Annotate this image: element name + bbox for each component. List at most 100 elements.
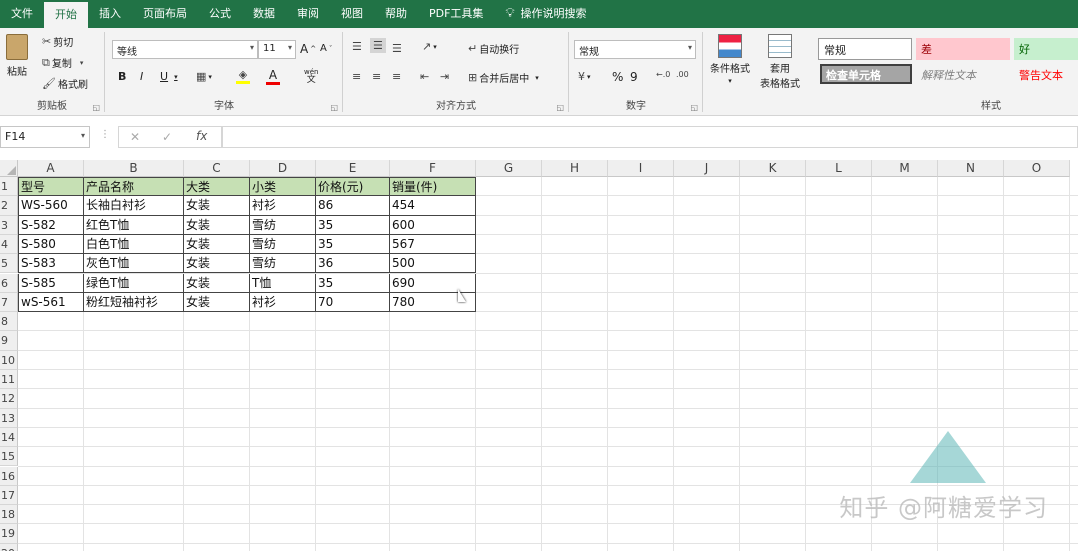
table-cell[interactable]: 雪纺 xyxy=(250,234,316,255)
row-header-11[interactable]: 11 xyxy=(0,370,18,390)
table-cell[interactable]: 36 xyxy=(316,254,390,274)
table-header-cell[interactable]: 产品名称 xyxy=(84,177,184,197)
select-all-corner[interactable] xyxy=(0,160,18,177)
column-header-L[interactable]: L xyxy=(806,160,872,177)
tab-page-layout[interactable]: 页面布局 xyxy=(132,0,198,28)
style-good[interactable]: 好 xyxy=(1014,38,1078,60)
name-box[interactable]: F14 ▾ xyxy=(0,126,90,148)
copy-button[interactable]: ⧉ 复制 ▾ xyxy=(42,55,83,71)
italic-button[interactable]: I xyxy=(140,70,143,83)
tab-formulas[interactable]: 公式 xyxy=(198,0,242,28)
column-header-A[interactable]: A xyxy=(18,160,84,177)
align-bottom-button[interactable]: ☰ xyxy=(392,42,402,55)
table-cell[interactable]: 女装 xyxy=(184,292,250,313)
table-cell[interactable]: S-585 xyxy=(18,273,84,293)
column-header-I[interactable]: I xyxy=(608,160,674,177)
table-cell[interactable]: S-583 xyxy=(18,254,84,274)
table-cell[interactable]: 女装 xyxy=(184,215,250,235)
table-cell[interactable]: 女装 xyxy=(184,273,250,293)
table-header-cell[interactable]: 价格(元) xyxy=(316,177,390,197)
decrease-decimal-button[interactable]: .00 xyxy=(676,70,689,79)
column-header-B[interactable]: B xyxy=(84,160,184,177)
enter-icon[interactable]: ✓ xyxy=(162,130,172,144)
column-header-K[interactable]: K xyxy=(740,160,806,177)
column-header-J[interactable]: J xyxy=(674,160,740,177)
orientation-button[interactable]: ↗ ▾ xyxy=(422,40,437,53)
row-header-20[interactable]: 20 xyxy=(0,543,18,551)
tab-help[interactable]: 帮助 xyxy=(374,0,418,28)
increase-decimal-button[interactable]: ←.0 xyxy=(656,70,670,79)
paste-button[interactable]: 粘贴 xyxy=(6,34,28,78)
font-name-dropdown[interactable]: 等线 ▾ xyxy=(112,40,258,59)
dialog-launcher-icon[interactable]: ◱ xyxy=(556,103,564,112)
row-header-12[interactable]: 12 xyxy=(0,389,18,409)
table-cell[interactable]: 绿色T恤 xyxy=(84,273,184,293)
column-header-C[interactable]: C xyxy=(184,160,250,177)
number-format-dropdown[interactable]: 常规 ▾ xyxy=(574,40,696,59)
row-header-19[interactable]: 19 xyxy=(0,524,18,544)
table-header-cell[interactable]: 销量(件) xyxy=(390,177,476,197)
align-top-button[interactable]: ☰ xyxy=(352,40,362,53)
table-cell[interactable]: WS-560 xyxy=(18,196,84,216)
table-cell[interactable]: 衬衫 xyxy=(250,292,316,313)
table-header-cell[interactable]: 小类 xyxy=(250,177,316,197)
table-header-cell[interactable]: 型号 xyxy=(18,177,84,197)
column-header-D[interactable]: D xyxy=(250,160,316,177)
row-header-5[interactable]: 5 xyxy=(0,254,18,274)
format-as-table-button[interactable]: 套用 表格格式 xyxy=(760,34,800,90)
table-cell[interactable]: 35 xyxy=(316,234,390,255)
column-header-O[interactable]: O xyxy=(1004,160,1070,177)
table-cell[interactable]: wS-561 xyxy=(18,292,84,313)
align-center-button[interactable]: ≡ xyxy=(372,70,381,83)
table-cell[interactable]: S-580 xyxy=(18,234,84,255)
style-bad[interactable]: 差 xyxy=(916,38,1010,60)
row-header-4[interactable]: 4 xyxy=(0,234,18,255)
table-cell[interactable]: 女装 xyxy=(184,234,250,255)
bold-button[interactable]: B xyxy=(118,70,126,83)
column-header-F[interactable]: F xyxy=(390,160,476,177)
row-header-3[interactable]: 3 xyxy=(0,215,18,235)
table-header-cell[interactable]: 大类 xyxy=(184,177,250,197)
currency-button[interactable]: ¥ ▾ xyxy=(578,70,591,83)
format-painter-button[interactable]: 🖌︎ 格式刷 xyxy=(42,76,88,91)
style-explanatory[interactable]: 解释性文本 xyxy=(916,64,1010,86)
font-color-button[interactable]: A xyxy=(266,68,280,85)
column-header-H[interactable]: H xyxy=(542,160,608,177)
align-left-button[interactable]: ≡ xyxy=(352,70,361,83)
table-cell[interactable]: 衬衫 xyxy=(250,196,316,216)
cancel-icon[interactable]: ✕ xyxy=(130,130,140,144)
row-header-9[interactable]: 9 xyxy=(0,331,18,351)
table-cell[interactable]: 粉红短袖衬衫 xyxy=(84,292,184,313)
formula-input[interactable] xyxy=(222,126,1078,148)
table-cell[interactable]: 灰色T恤 xyxy=(84,254,184,274)
column-header-G[interactable]: G xyxy=(476,160,542,177)
row-header-13[interactable]: 13 xyxy=(0,408,18,428)
row-header-14[interactable]: 14 xyxy=(0,427,18,448)
table-cell[interactable]: 红色T恤 xyxy=(84,215,184,235)
align-right-button[interactable]: ≡ xyxy=(392,70,401,83)
tab-home[interactable]: 开始 xyxy=(44,2,88,28)
style-check-cell[interactable]: 检查单元格 xyxy=(820,64,912,84)
font-size-dropdown[interactable]: 11 ▾ xyxy=(258,40,296,59)
tab-view[interactable]: 视图 xyxy=(330,0,374,28)
dialog-launcher-icon[interactable]: ◱ xyxy=(330,103,338,112)
table-cell[interactable]: 500 xyxy=(390,254,476,274)
row-header-7[interactable]: 7 xyxy=(0,292,18,313)
table-cell[interactable]: 600 xyxy=(390,215,476,235)
merge-center-button[interactable]: ⊞ 合并后居中 ▾ xyxy=(468,70,539,85)
shrink-font-button[interactable]: Aˇ xyxy=(320,43,332,54)
row-header-10[interactable]: 10 xyxy=(0,350,18,370)
tab-pdf-tools[interactable]: PDF工具集 xyxy=(418,0,494,28)
fill-color-button[interactable]: ◈ xyxy=(236,68,250,84)
row-header-8[interactable]: 8 xyxy=(0,312,18,332)
row-header-18[interactable]: 18 xyxy=(0,505,18,525)
table-cell[interactable]: S-582 xyxy=(18,215,84,235)
dialog-launcher-icon[interactable]: ◱ xyxy=(690,103,698,112)
row-header-16[interactable]: 16 xyxy=(0,466,18,486)
decrease-indent-button[interactable]: ⇤ xyxy=(420,70,429,83)
style-normal[interactable]: 常规 xyxy=(818,38,912,60)
style-warning[interactable]: 警告文本 xyxy=(1014,64,1078,86)
column-header-N[interactable]: N xyxy=(938,160,1004,177)
table-cell[interactable]: T恤 xyxy=(250,273,316,293)
cut-button[interactable]: ✂ 剪切 xyxy=(42,34,73,49)
